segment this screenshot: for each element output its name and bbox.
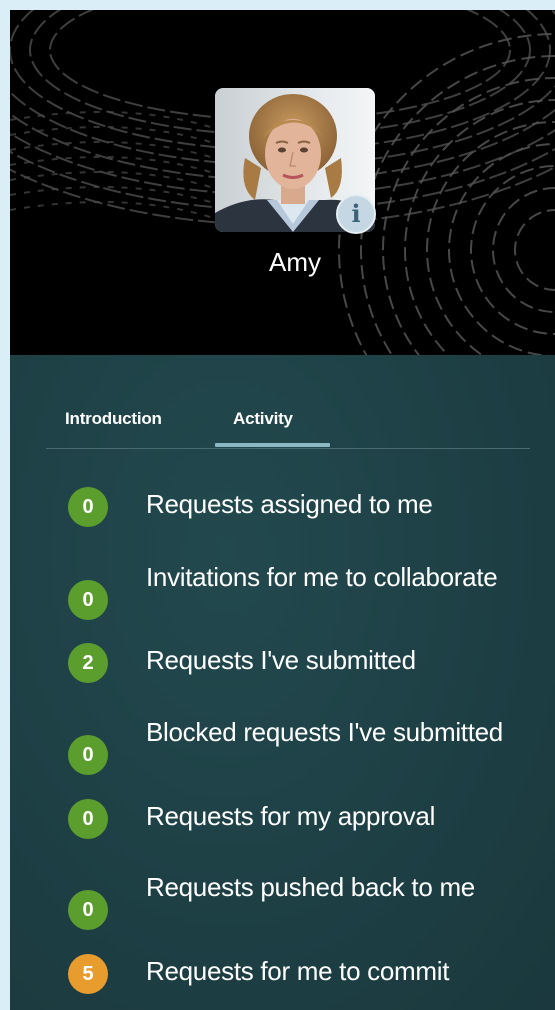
tab-activity[interactable]: Activity	[233, 409, 293, 429]
tab-introduction[interactable]: Introduction	[65, 409, 162, 429]
profile-header: i Amy	[10, 10, 555, 355]
profile-panel: i Amy Introduction Activity 0 Requests a…	[10, 10, 555, 1010]
count-badge: 0	[68, 580, 108, 620]
activity-label: Requests for my approval	[146, 801, 436, 831]
count-badge: 2	[68, 643, 108, 683]
activity-label: Invitations for me to collaborate	[146, 562, 498, 592]
activity-label: Requests pushed back to me	[146, 872, 475, 902]
activity-item-commit[interactable]: 5 Requests for me to commit	[68, 952, 528, 994]
activity-label: Requests assigned to me	[146, 489, 433, 519]
count-badge: 5	[68, 954, 108, 994]
info-icon[interactable]: i	[336, 194, 376, 234]
activity-item-pushed-back[interactable]: 0 Requests pushed back to me	[68, 872, 528, 934]
activity-item-requests-submitted[interactable]: 2 Requests I've submitted	[68, 641, 528, 683]
count-badge: 0	[68, 799, 108, 839]
activity-item-blocked-requests[interactable]: 0 Blocked requests I've submitted	[68, 717, 528, 779]
activity-item-invitations[interactable]: 0 Invitations for me to collaborate	[68, 562, 528, 624]
activity-label: Blocked requests I've submitted	[146, 717, 503, 747]
activity-content: Introduction Activity 0 Requests assigne…	[10, 355, 555, 1010]
tab-bar: Introduction Activity	[46, 355, 530, 449]
activity-label: Requests for me to commit	[146, 956, 450, 986]
activity-item-approval[interactable]: 0 Requests for my approval	[68, 797, 528, 839]
tab-selected-indicator	[215, 443, 330, 447]
user-name: Amy	[269, 247, 321, 277]
count-badge: 0	[68, 890, 108, 930]
activity-item-requests-assigned[interactable]: 0 Requests assigned to me	[68, 485, 528, 527]
activity-label: Requests I've submitted	[146, 645, 416, 675]
count-badge: 0	[68, 735, 108, 775]
count-badge: 0	[68, 487, 108, 527]
